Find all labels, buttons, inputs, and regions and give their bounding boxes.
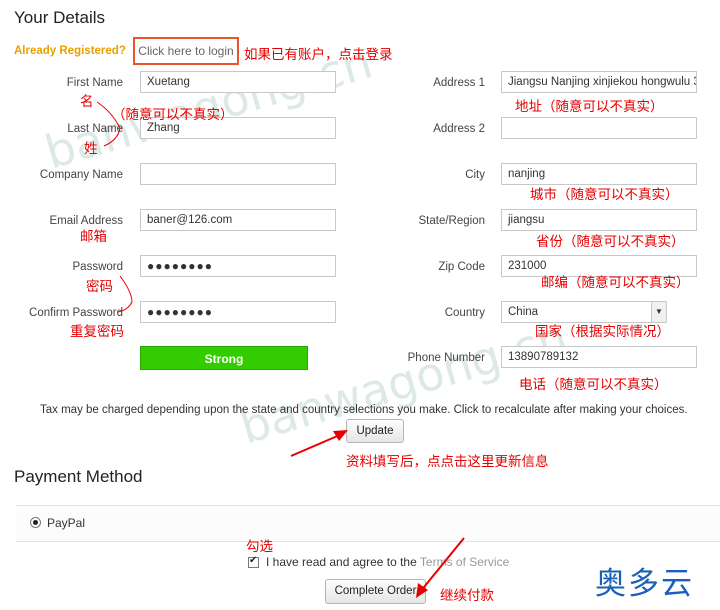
brand-logo: 奥多云 — [595, 566, 694, 602]
annotation-arrows — [290, 430, 465, 598]
